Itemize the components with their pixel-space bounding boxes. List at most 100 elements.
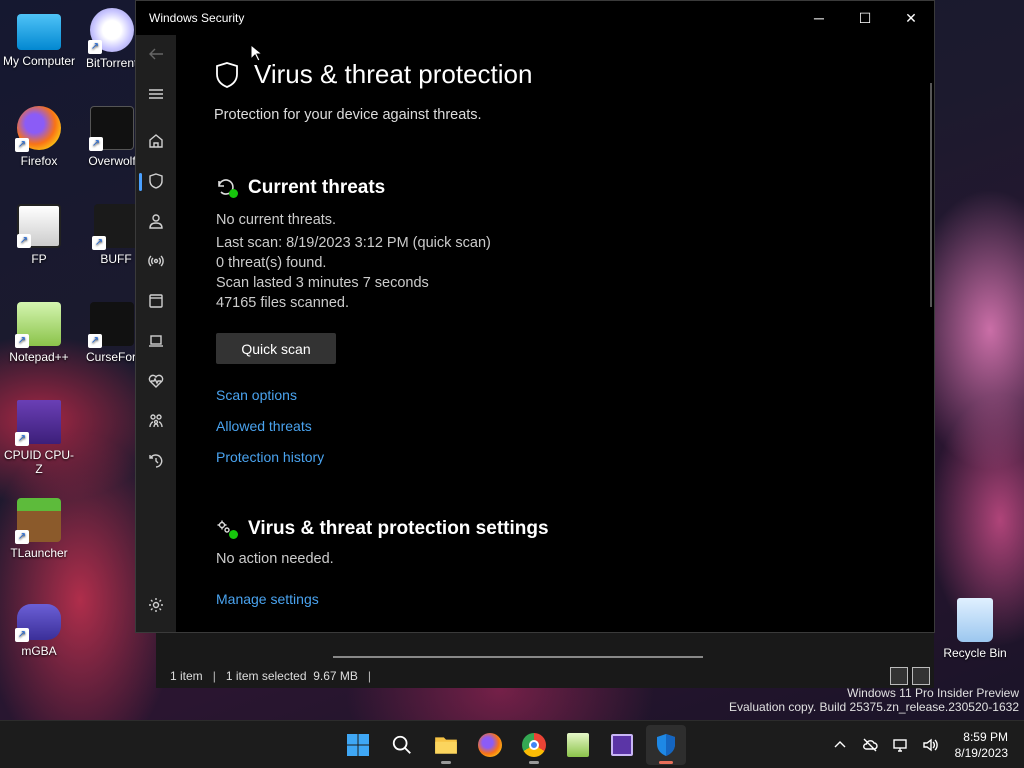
taskbar-cpuz[interactable]: [602, 725, 642, 765]
nav-item-device-performance[interactable]: [136, 363, 176, 399]
protection-settings-header: Virus & threat protection settings: [216, 518, 549, 540]
desktop-icon-overwolf[interactable]: ↗ Overwolf: [86, 106, 138, 168]
start-button[interactable]: [338, 725, 378, 765]
shield-icon: [149, 173, 163, 189]
window-title: Windows Security: [149, 11, 245, 25]
settings-status: No action needed.: [216, 551, 334, 567]
taskbar-firefox[interactable]: [470, 725, 510, 765]
window-controls: ─ ☐ ✕: [796, 1, 934, 35]
scan-options-link[interactable]: Scan options: [216, 387, 297, 403]
show-hidden-icons-button[interactable]: [829, 734, 851, 756]
desktop-icon-bittorrent[interactable]: ↗ BitTorrent Web: [86, 8, 138, 70]
title-bar[interactable]: Windows Security ─ ☐ ✕: [136, 1, 934, 35]
desktop-icon-label: Notepad++: [9, 350, 69, 364]
current-threats-title: Current threats: [248, 177, 386, 198]
chevron-up-icon: [834, 741, 846, 748]
desktop-icon-label: FP: [31, 252, 47, 266]
threats-found-count: 0 threat(s) found.: [216, 255, 327, 271]
side-navigation: [136, 35, 176, 632]
network-tray-button[interactable]: [889, 734, 911, 756]
desktop-icon-curseforge[interactable]: ↗ CurseForge: [86, 302, 138, 364]
nav-item-virus-protection[interactable]: [136, 163, 176, 199]
tlauncher-icon: ↗: [15, 498, 61, 544]
watermark-line-1: Windows 11 Pro Insider Preview: [847, 686, 1019, 700]
buff-icon: ↗: [92, 204, 138, 250]
explorer-horizontal-scrollbar[interactable]: [333, 656, 703, 658]
desktop-icon-label: CurseForge: [86, 350, 138, 364]
watermark-line-2: Evaluation copy. Build 25375.zn_release.…: [729, 700, 1019, 714]
current-threats-header: Current threats: [216, 177, 385, 199]
shield-icon: [657, 734, 675, 756]
gear-icon: [149, 598, 163, 612]
nav-item-home[interactable]: [136, 123, 176, 159]
desktop-icon-my-computer[interactable]: My Computer: [1, 10, 77, 68]
scan-history-check-icon: [216, 178, 238, 198]
nav-item-family-options[interactable]: [136, 403, 176, 439]
desktop-icon-mgba[interactable]: ↗ mGBA: [1, 600, 77, 658]
desktop-icon-fp[interactable]: ↗ FP: [1, 204, 77, 266]
onedrive-tray-button[interactable]: [859, 734, 881, 756]
nav-item-protection-history[interactable]: [136, 443, 176, 479]
bittorrent-icon: ↗: [88, 8, 134, 54]
nav-item-settings[interactable]: [136, 587, 176, 623]
computer-icon: [17, 14, 61, 50]
status-separator: |: [367, 669, 372, 683]
fp-icon: ↗: [17, 204, 61, 248]
taskbar-clock[interactable]: 8:59 PM 8/19/2023: [955, 729, 1008, 761]
nav-item-account-protection[interactable]: [136, 203, 176, 239]
quick-scan-button[interactable]: Quick scan: [216, 333, 336, 364]
notepadpp-icon: ↗: [15, 302, 61, 348]
page-header: Virus & threat protection: [214, 59, 532, 90]
nav-item-firewall[interactable]: [136, 243, 176, 279]
manage-settings-link[interactable]: Manage settings: [216, 591, 319, 607]
large-icons-view-icon[interactable]: [912, 667, 930, 685]
explorer-status-bar: 1 item | 1 item selected 9.67 MB |: [170, 669, 371, 683]
taskbar-search-button[interactable]: [382, 725, 422, 765]
mouse-cursor-icon: [250, 44, 262, 62]
recycle-bin-icon: [957, 598, 993, 642]
cpuz-icon: ↗: [15, 400, 61, 446]
minimize-button[interactable]: ─: [796, 1, 842, 35]
desktop-icon-label: CPUID CPU-Z: [3, 448, 74, 476]
desktop-icon-cpuz[interactable]: ↗ CPUID CPU-Z: [1, 400, 77, 476]
volume-tray-button[interactable]: [919, 734, 941, 756]
back-button[interactable]: [136, 36, 176, 72]
status-separator: |: [212, 669, 216, 683]
hamburger-icon: [149, 89, 163, 99]
desktop-icon-notepadpp[interactable]: ↗ Notepad++: [1, 302, 77, 364]
speaker-icon: [922, 738, 938, 752]
nav-item-device-security[interactable]: [136, 323, 176, 359]
mgba-icon: ↗: [15, 604, 61, 642]
desktop-icon-firefox[interactable]: ↗ Firefox: [1, 106, 77, 168]
allowed-threats-link[interactable]: Allowed threats: [216, 418, 312, 434]
page-title: Virus & threat protection: [254, 59, 533, 89]
curseforge-icon: ↗: [88, 302, 134, 348]
protection-history-link[interactable]: Protection history: [216, 449, 324, 465]
menu-button[interactable]: [136, 76, 176, 112]
desktop-icon-recycle-bin[interactable]: Recycle Bin: [937, 598, 1013, 660]
wifi-antenna-icon: [148, 255, 164, 267]
home-icon: [149, 134, 163, 148]
files-scanned-count: 47165 files scanned.: [216, 295, 350, 311]
vertical-scrollbar[interactable]: [930, 83, 932, 307]
network-monitor-icon: [892, 739, 907, 752]
taskbar-chrome[interactable]: [514, 725, 554, 765]
close-button[interactable]: ✕: [888, 1, 934, 35]
history-icon: [149, 454, 163, 468]
nav-item-app-browser-control[interactable]: [136, 283, 176, 319]
chrome-icon: [522, 733, 546, 757]
firefox-icon: ↗: [15, 106, 61, 152]
evaluation-watermark: Windows 11 Pro Insider Preview Evaluatio…: [729, 686, 1019, 714]
active-indicator: [659, 761, 673, 764]
desktop-icon-tlauncher[interactable]: ↗ TLauncher: [1, 498, 77, 560]
explorer-item-count: 1 item: [170, 669, 203, 683]
taskbar-notepadpp[interactable]: [558, 725, 598, 765]
person-icon: [149, 214, 163, 229]
settings-gears-check-icon: [216, 519, 238, 539]
taskbar-file-explorer[interactable]: [426, 725, 466, 765]
scan-duration: Scan lasted 3 minutes 7 seconds: [216, 275, 429, 291]
details-view-icon[interactable]: [890, 667, 908, 685]
taskbar-windows-security[interactable]: [646, 725, 686, 765]
maximize-button[interactable]: ☐: [842, 1, 888, 35]
windows-security-window: Windows Security ─ ☐ ✕ Virus & threat pr…: [135, 0, 935, 633]
